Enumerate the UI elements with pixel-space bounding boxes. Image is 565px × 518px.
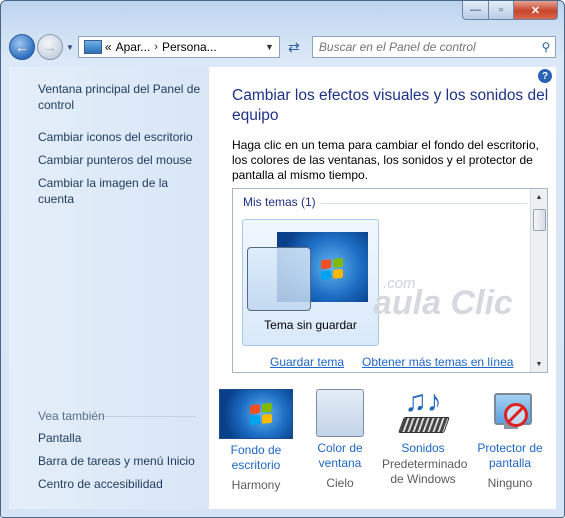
setting-name[interactable]: Protector de pantalla (469, 441, 551, 471)
divider (321, 203, 527, 204)
breadcrumb-item-appearance[interactable]: Apar... (116, 40, 151, 54)
watermark-logo: aula Clic (373, 284, 513, 322)
setting-value: Cielo (326, 476, 354, 490)
theme-window-color-preview (247, 247, 311, 311)
breadcrumb-item-personalization[interactable]: Persona... (162, 40, 217, 54)
help-icon[interactable]: ? (538, 69, 552, 83)
sidebar-link-display[interactable]: Pantalla (38, 430, 198, 446)
see-also-section: Vea también Pantalla Barra de tareas y m… (38, 408, 198, 499)
main-content: ? Cambiar los efectos visuales y los son… (209, 67, 556, 509)
forward-button[interactable]: → (37, 34, 63, 60)
save-theme-link[interactable]: Guardar tema (270, 355, 344, 369)
wallpaper-icon (219, 389, 293, 439)
setting-name[interactable]: Sonidos (382, 441, 464, 456)
screensaver-item[interactable]: Protector de pantalla Ninguno (469, 389, 551, 491)
sidebar-link-mouse-pointers[interactable]: Cambiar punteros del mouse (38, 152, 203, 168)
sounds-icon: ♫♪ (387, 387, 459, 437)
refresh-icon: ⇄ (288, 38, 300, 55)
maximize-button[interactable]: ▫ (489, 1, 514, 20)
setting-name[interactable]: Fondo de escritorio (215, 443, 297, 473)
scroll-thumb[interactable] (533, 209, 546, 231)
windows-logo-icon (250, 402, 272, 426)
get-more-themes-link[interactable]: Obtener más temas en línea (362, 355, 513, 369)
desktop-background-item[interactable]: Fondo de escritorio Harmony (215, 389, 297, 493)
back-button[interactable]: ← (9, 34, 35, 60)
screensaver-icon (474, 389, 546, 437)
search-input[interactable] (312, 39, 537, 55)
sidebar-tasks: Ventana principal del Panel de control C… (38, 81, 203, 214)
page-description: Haga clic en un tema para cambiar el fon… (232, 138, 539, 182)
breadcrumb-prefix[interactable]: « (105, 40, 112, 54)
setting-name[interactable]: Color de ventana (299, 441, 381, 471)
search-box[interactable]: ⚲ (311, 36, 556, 58)
recent-pages-dropdown[interactable]: ▼ (66, 43, 74, 52)
scroll-up-icon[interactable]: ▲ (531, 189, 547, 205)
setting-value: Ninguno (487, 476, 533, 490)
refresh-button[interactable]: ⇄ (282, 37, 306, 57)
sidebar: Ventana principal del Panel de control C… (9, 67, 209, 509)
sounds-item[interactable]: ♫♪ Sonidos Predeterminado de Windows (382, 387, 468, 487)
themes-list: Mis temas (1) Tema sin guardar .com aula… (232, 188, 548, 373)
sidebar-link-control-panel-home[interactable]: Ventana principal del Panel de control (38, 81, 203, 113)
sidebar-link-account-picture[interactable]: Cambiar la imagen de la cuenta (38, 175, 203, 207)
setting-value: Harmony (231, 478, 281, 492)
theme-settings: Fondo de escritorio Harmony Color de ven… (219, 387, 551, 504)
keyboard-icon (398, 417, 450, 433)
minimize-button[interactable]: — (462, 1, 489, 20)
sidebar-link-desktop-icons[interactable]: Cambiar iconos del escritorio (38, 129, 203, 145)
theme-label: Tema sin guardar (264, 318, 357, 332)
window-controls: — ▫ ✕ (462, 1, 558, 21)
close-button[interactable]: ✕ (514, 1, 558, 20)
window-color-icon (316, 389, 364, 437)
scroll-down-icon[interactable]: ▼ (531, 356, 547, 372)
control-panel-window: — ▫ ✕ ← → ▼ « Apar... › Persona... ▼ ⇄ ⚲… (0, 0, 565, 518)
see-also-title: Vea también (38, 409, 105, 423)
window-color-item[interactable]: Color de ventana Cielo (299, 389, 381, 491)
navigation-bar: ← → ▼ « Apar... › Persona... ▼ ⇄ ⚲ (9, 31, 556, 63)
chevron-down-icon[interactable]: ▼ (265, 42, 274, 52)
sidebar-link-taskbar[interactable]: Barra de tareas y menú Inicio (38, 453, 198, 469)
theme-tile[interactable]: Tema sin guardar (242, 219, 379, 346)
windows-logo-icon (321, 257, 343, 281)
arrow-right-icon: → (43, 39, 57, 55)
setting-value: Predeterminado de Windows (382, 457, 468, 486)
group-title-my-themes: Mis temas (1) (243, 195, 316, 209)
control-panel-icon (83, 40, 102, 54)
search-icon[interactable]: ⚲ (537, 40, 555, 54)
scrollbar[interactable]: ▲ ▼ (530, 189, 547, 372)
arrow-left-icon: ← (15, 39, 29, 55)
breadcrumb-separator[interactable]: › (154, 41, 158, 53)
page-title: Cambiar los efectos visuales y los sonid… (232, 87, 549, 124)
sidebar-link-accessibility[interactable]: Centro de accesibilidad (38, 476, 198, 492)
address-bar[interactable]: « Apar... › Persona... ▼ (77, 36, 280, 58)
